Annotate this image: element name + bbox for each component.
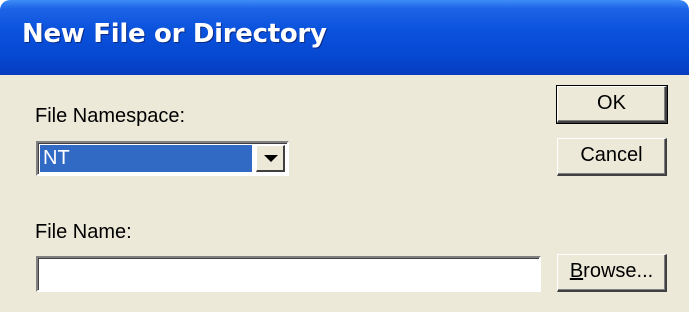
file-namespace-label: File Namespace: [35, 105, 186, 127]
cancel-button[interactable]: Cancel [557, 138, 667, 176]
chevron-down-icon [264, 155, 278, 162]
ok-button[interactable]: OK [556, 85, 668, 124]
browse-button[interactable]: Browse... [557, 254, 667, 292]
browse-mnemonic: B [569, 260, 584, 282]
dialog-window: New File or Directory File Namespace: NT… [0, 0, 689, 312]
file-name-input[interactable] [36, 256, 541, 292]
window-title: New File or Directory [22, 19, 327, 49]
file-name-label: File Name: [35, 221, 132, 243]
file-namespace-selected-value[interactable]: NT [40, 145, 252, 172]
browse-label: rowse... [583, 260, 654, 282]
title-bar[interactable]: New File or Directory [0, 0, 689, 75]
dropdown-button[interactable] [256, 145, 285, 172]
file-namespace-dropdown[interactable]: NT [36, 141, 289, 176]
